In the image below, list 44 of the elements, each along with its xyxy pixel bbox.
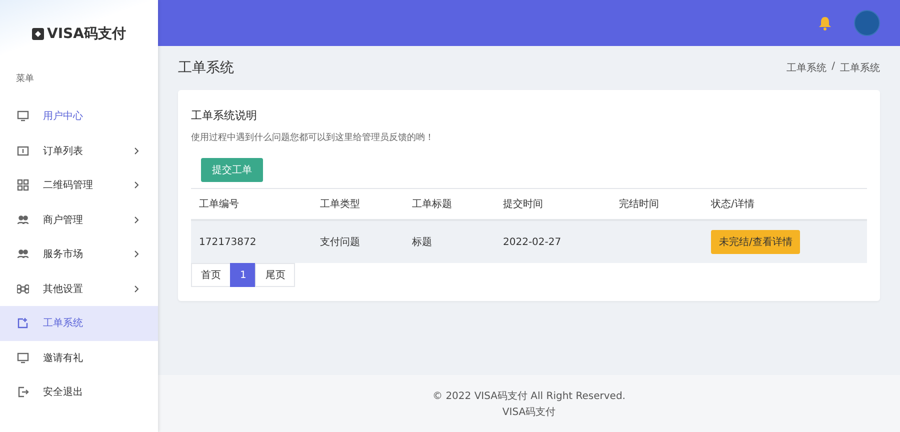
status-details-button[interactable]: 未完结/查看详情 (711, 230, 800, 254)
chevron-right-icon (134, 284, 139, 293)
bell-icon[interactable] (818, 16, 832, 30)
chevron-right-icon (134, 146, 139, 155)
avatar[interactable] (854, 10, 880, 36)
copyright-text: © 2022 VISA码支付 All Right Reserved. (432, 390, 626, 402)
qr-code-icon (17, 179, 29, 192)
pagination-button[interactable]: 1 (230, 263, 256, 287)
card-title: 工单系统说明 (191, 108, 258, 123)
table-cell: 支付问题 (320, 237, 360, 248)
sidebar-item[interactable]: 服务市场 (0, 237, 158, 272)
sidebar-item[interactable]: 其他设置 (0, 272, 158, 306)
sidebar-item[interactable]: 商户管理 (0, 202, 158, 237)
page-title: 工单系统 (178, 59, 234, 77)
users-icon (17, 214, 29, 226)
chevron-right-icon (134, 250, 139, 258)
sidebar-item[interactable]: 二维码管理 (0, 168, 158, 202)
sidebar-item[interactable]: 订单列表 (0, 134, 158, 168)
command-icon (17, 282, 29, 295)
breadcrumb-item: 工单系统 (840, 62, 880, 75)
share-icon (17, 317, 29, 330)
logo-icon (32, 28, 44, 40)
breadcrumb-item[interactable]: 工单系统 (786, 61, 827, 75)
card-icon (17, 144, 29, 157)
breadcrumb-separator: / (832, 61, 835, 74)
sidebar-item[interactable]: 用户中心 (0, 99, 158, 134)
footer-brand: VISA码支付 (502, 406, 556, 418)
brand-name: VISA码支付 (47, 25, 126, 43)
chevron-right-icon (134, 181, 139, 190)
users-icon (17, 248, 29, 260)
sidebar-item[interactable]: 邀请有礼 (0, 340, 158, 375)
sidebar-item[interactable]: 工单系统 (0, 306, 158, 340)
table-cell: 标题 (412, 237, 432, 248)
pagination-button[interactable]: 首页 (191, 263, 231, 287)
pagination-button[interactable]: 尾页 (255, 263, 296, 287)
monitor-icon (17, 352, 29, 364)
table-cell: 2022-02-27 (503, 236, 562, 248)
menu-section-label: 菜单 (15, 72, 35, 86)
monitor-icon (17, 110, 29, 122)
card-description: 使用过程中遇到什么问题您都可以到这里给管理员反馈的哟！ (191, 132, 435, 144)
sidebar-item[interactable]: 安全退出 (0, 375, 158, 410)
chevron-right-icon (134, 216, 139, 224)
table-cell: 172173872 (199, 236, 256, 248)
exit-icon (17, 386, 29, 398)
